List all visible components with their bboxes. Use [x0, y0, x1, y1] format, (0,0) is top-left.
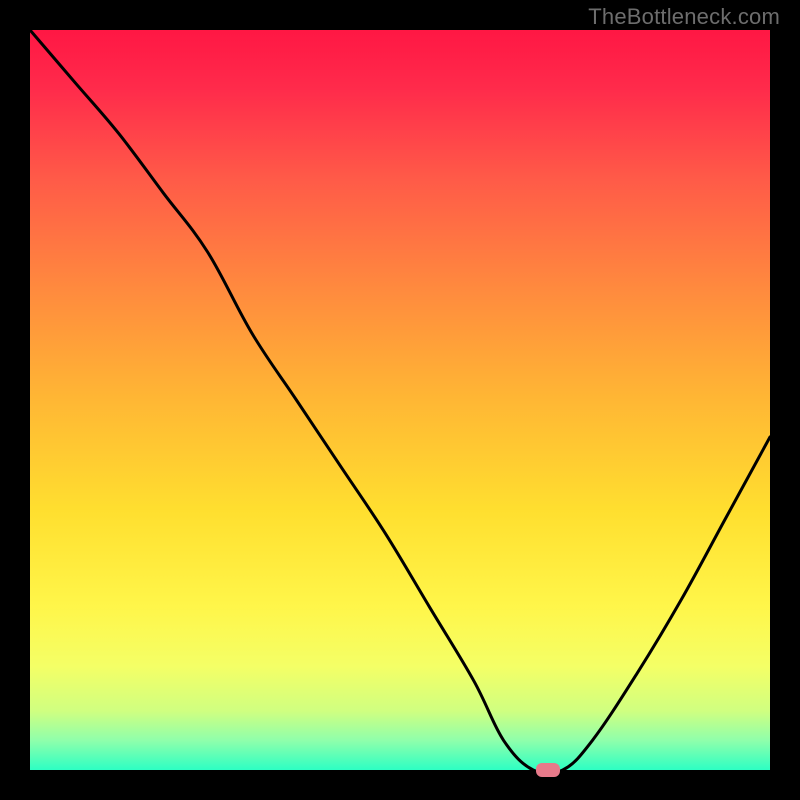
chart-plot-area — [30, 30, 770, 770]
bottleneck-chart — [0, 0, 800, 800]
watermark-label: TheBottleneck.com — [588, 4, 780, 30]
optimal-point-marker — [536, 763, 560, 777]
chart-container: TheBottleneck.com — [0, 0, 800, 800]
